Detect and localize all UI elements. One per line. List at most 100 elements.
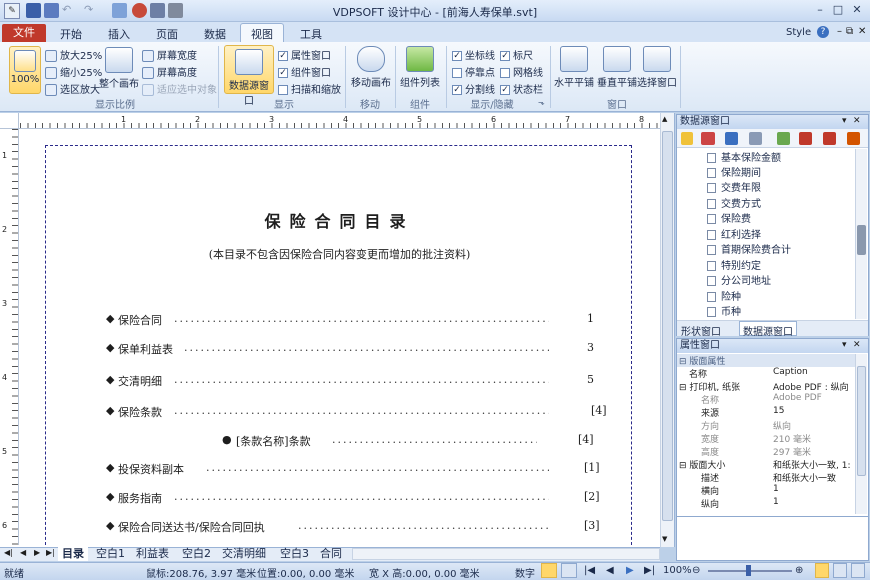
tree-item[interactable]: 首期保险费合计 [707, 241, 791, 256]
tree-item[interactable]: 红利选择 [707, 226, 761, 241]
vertical-ruler[interactable]: 1 2 3 4 5 6 [0, 129, 19, 545]
panel-close-icon[interactable]: ✕ [853, 340, 861, 350]
prev-sheet-icon[interactable]: ◀ [20, 548, 26, 557]
last-page-icon[interactable]: ▶| [644, 565, 655, 576]
tree-item[interactable]: 币种 [707, 303, 741, 318]
stop-point-checkbox[interactable] [452, 68, 462, 78]
zoom-in-icon[interactable]: ⊕ [795, 565, 803, 576]
whole-canvas-button[interactable]: 整个画布 [98, 47, 140, 90]
grid-line-checkbox[interactable] [500, 68, 510, 78]
fit-page-icon[interactable] [815, 563, 829, 578]
property-row[interactable]: 来源 [701, 406, 719, 419]
property-value[interactable]: 1 [773, 484, 779, 494]
tab-page[interactable]: 页面 [156, 26, 178, 42]
database-icon[interactable] [681, 132, 693, 145]
scroll-down-icon[interactable]: ▼ [662, 535, 667, 543]
coord-line-toggle[interactable]: ✓ 坐标线 [452, 47, 495, 62]
file-tab[interactable]: 文件 [2, 24, 46, 42]
horizontal-ruler[interactable]: 1 2 3 4 5 6 7 8 [0, 113, 660, 129]
tab-shape-window[interactable]: 形状窗口 [681, 323, 721, 338]
sheet-tab[interactable]: 交清明细 [218, 547, 270, 561]
stop-point-toggle[interactable]: 停靠点 [452, 64, 495, 79]
property-value[interactable]: 1 [773, 497, 779, 507]
property-value[interactable]: 纵向 [773, 419, 791, 432]
move-canvas-button[interactable]: 移动画布 [350, 46, 392, 89]
zoom-out-icon[interactable]: ⊖ [692, 565, 700, 576]
tree-item[interactable]: 险种 [707, 288, 741, 303]
zoom-area-button[interactable]: 选区放大 [45, 81, 100, 96]
tree-item[interactable]: 保险期间 [707, 164, 761, 179]
delete-row-icon[interactable] [823, 132, 836, 145]
sql-icon[interactable] [701, 132, 715, 145]
sheet-tab[interactable]: 合同 [316, 547, 346, 561]
property-row[interactable]: 方向 [701, 419, 719, 432]
horizontal-scrollbar[interactable] [352, 548, 660, 560]
tab-tools[interactable]: 工具 [300, 26, 322, 42]
tab-datasource-window[interactable]: 数据源窗口 [739, 321, 797, 338]
property-value[interactable]: Adobe PDF [773, 393, 822, 403]
datasource-window-button[interactable]: 数据源窗口 [224, 45, 274, 107]
close-button[interactable]: ✕ [849, 3, 865, 17]
tree-item[interactable]: 基本保险金额 [707, 149, 781, 164]
zoom-slider-thumb[interactable] [746, 565, 751, 576]
panel-pin-icon[interactable]: ▾ [842, 116, 847, 126]
help-icon[interactable]: ? [817, 26, 829, 38]
property-row[interactable]: 名称 [689, 367, 707, 380]
property-row[interactable]: 高度 [701, 445, 719, 458]
zoom-slider[interactable] [708, 565, 792, 576]
restore-window-icon[interactable]: ⧉ [846, 26, 853, 37]
scroll-thumb[interactable] [857, 225, 866, 255]
property-value[interactable]: 和纸张大小一致 [773, 471, 836, 484]
property-row[interactable]: 名称 [701, 393, 719, 406]
sheet-tab[interactable]: 空白1 [92, 547, 129, 561]
minimize-button[interactable]: – [812, 3, 828, 17]
tree-item[interactable]: 保险费 [707, 210, 751, 225]
coord-line-checkbox[interactable]: ✓ [452, 51, 462, 61]
property-row[interactable]: ⊟ 打印机, 纸张 [677, 380, 740, 393]
property-value[interactable]: 15 [773, 406, 784, 416]
scroll-up-icon[interactable]: ▲ [662, 115, 667, 123]
refresh-icon[interactable] [847, 132, 860, 145]
zoom-out-button[interactable]: 缩小25% [45, 64, 102, 79]
split-line-toggle[interactable]: ✓ 分割线 [452, 81, 495, 96]
prev-page-icon[interactable]: ◀ [606, 565, 614, 576]
property-value[interactable]: 210 毫米 [773, 432, 811, 445]
tree-item[interactable]: 交费方式 [707, 195, 761, 210]
property-window-toggle[interactable]: ✓ 属性窗口 [278, 47, 331, 62]
tree-item[interactable]: 特别约定 [707, 257, 761, 272]
tile-horizontal-button[interactable]: 水平平铺 [553, 46, 595, 89]
component-list-button[interactable]: 组件列表 [398, 46, 442, 89]
scan-zoom-toggle[interactable]: 扫描和缩放 [278, 81, 341, 96]
sheet-tab[interactable]: 空白2 [178, 547, 215, 561]
next-sheet-icon[interactable]: ▶ [34, 548, 40, 557]
sheet-tab[interactable]: 空白3 [276, 547, 313, 561]
component-window-toggle[interactable]: ✓ 组件窗口 [278, 64, 331, 79]
first-sheet-icon[interactable]: ◀| [4, 548, 13, 557]
close-doc-icon[interactable]: ✕ [858, 26, 866, 37]
tree-item[interactable]: 交费年限 [707, 179, 761, 194]
tools-icon[interactable] [749, 132, 762, 145]
sheet-tab[interactable]: 目录 [58, 547, 88, 561]
tab-view[interactable]: 视图 [240, 23, 284, 42]
grid-line-toggle[interactable]: 网格线 [500, 64, 543, 79]
tree-item[interactable]: 分公司地址 [707, 272, 771, 287]
preview-icon[interactable] [561, 563, 577, 578]
property-row[interactable]: 宽度 [701, 432, 719, 445]
filter-icon[interactable] [725, 132, 738, 145]
tab-insert[interactable]: 插入 [108, 26, 130, 42]
fit-selected-button[interactable]: 适应选中对象 [142, 81, 217, 96]
panel-close-icon[interactable]: ✕ [853, 116, 861, 126]
scan-zoom-checkbox[interactable] [278, 85, 288, 95]
tab-home[interactable]: 开始 [60, 26, 82, 42]
scroll-thumb[interactable] [662, 131, 673, 521]
screen-height-button[interactable]: 屏幕高度 [142, 64, 197, 79]
select-window-button[interactable]: 选择窗口 [637, 46, 677, 89]
property-value[interactable]: Adobe PDF : 纵向 [773, 380, 849, 393]
tree-scrollbar[interactable] [855, 149, 867, 319]
property-row[interactable]: ⊟ 版面大小 [677, 458, 725, 471]
property-scrollbar[interactable] [855, 354, 867, 514]
ruler-checkbox[interactable]: ✓ [500, 51, 510, 61]
property-window-checkbox[interactable]: ✓ [278, 51, 288, 61]
zoom-in-button[interactable]: 放大25% [45, 47, 102, 62]
property-row[interactable]: ⊟ 版面属性 [677, 354, 855, 367]
